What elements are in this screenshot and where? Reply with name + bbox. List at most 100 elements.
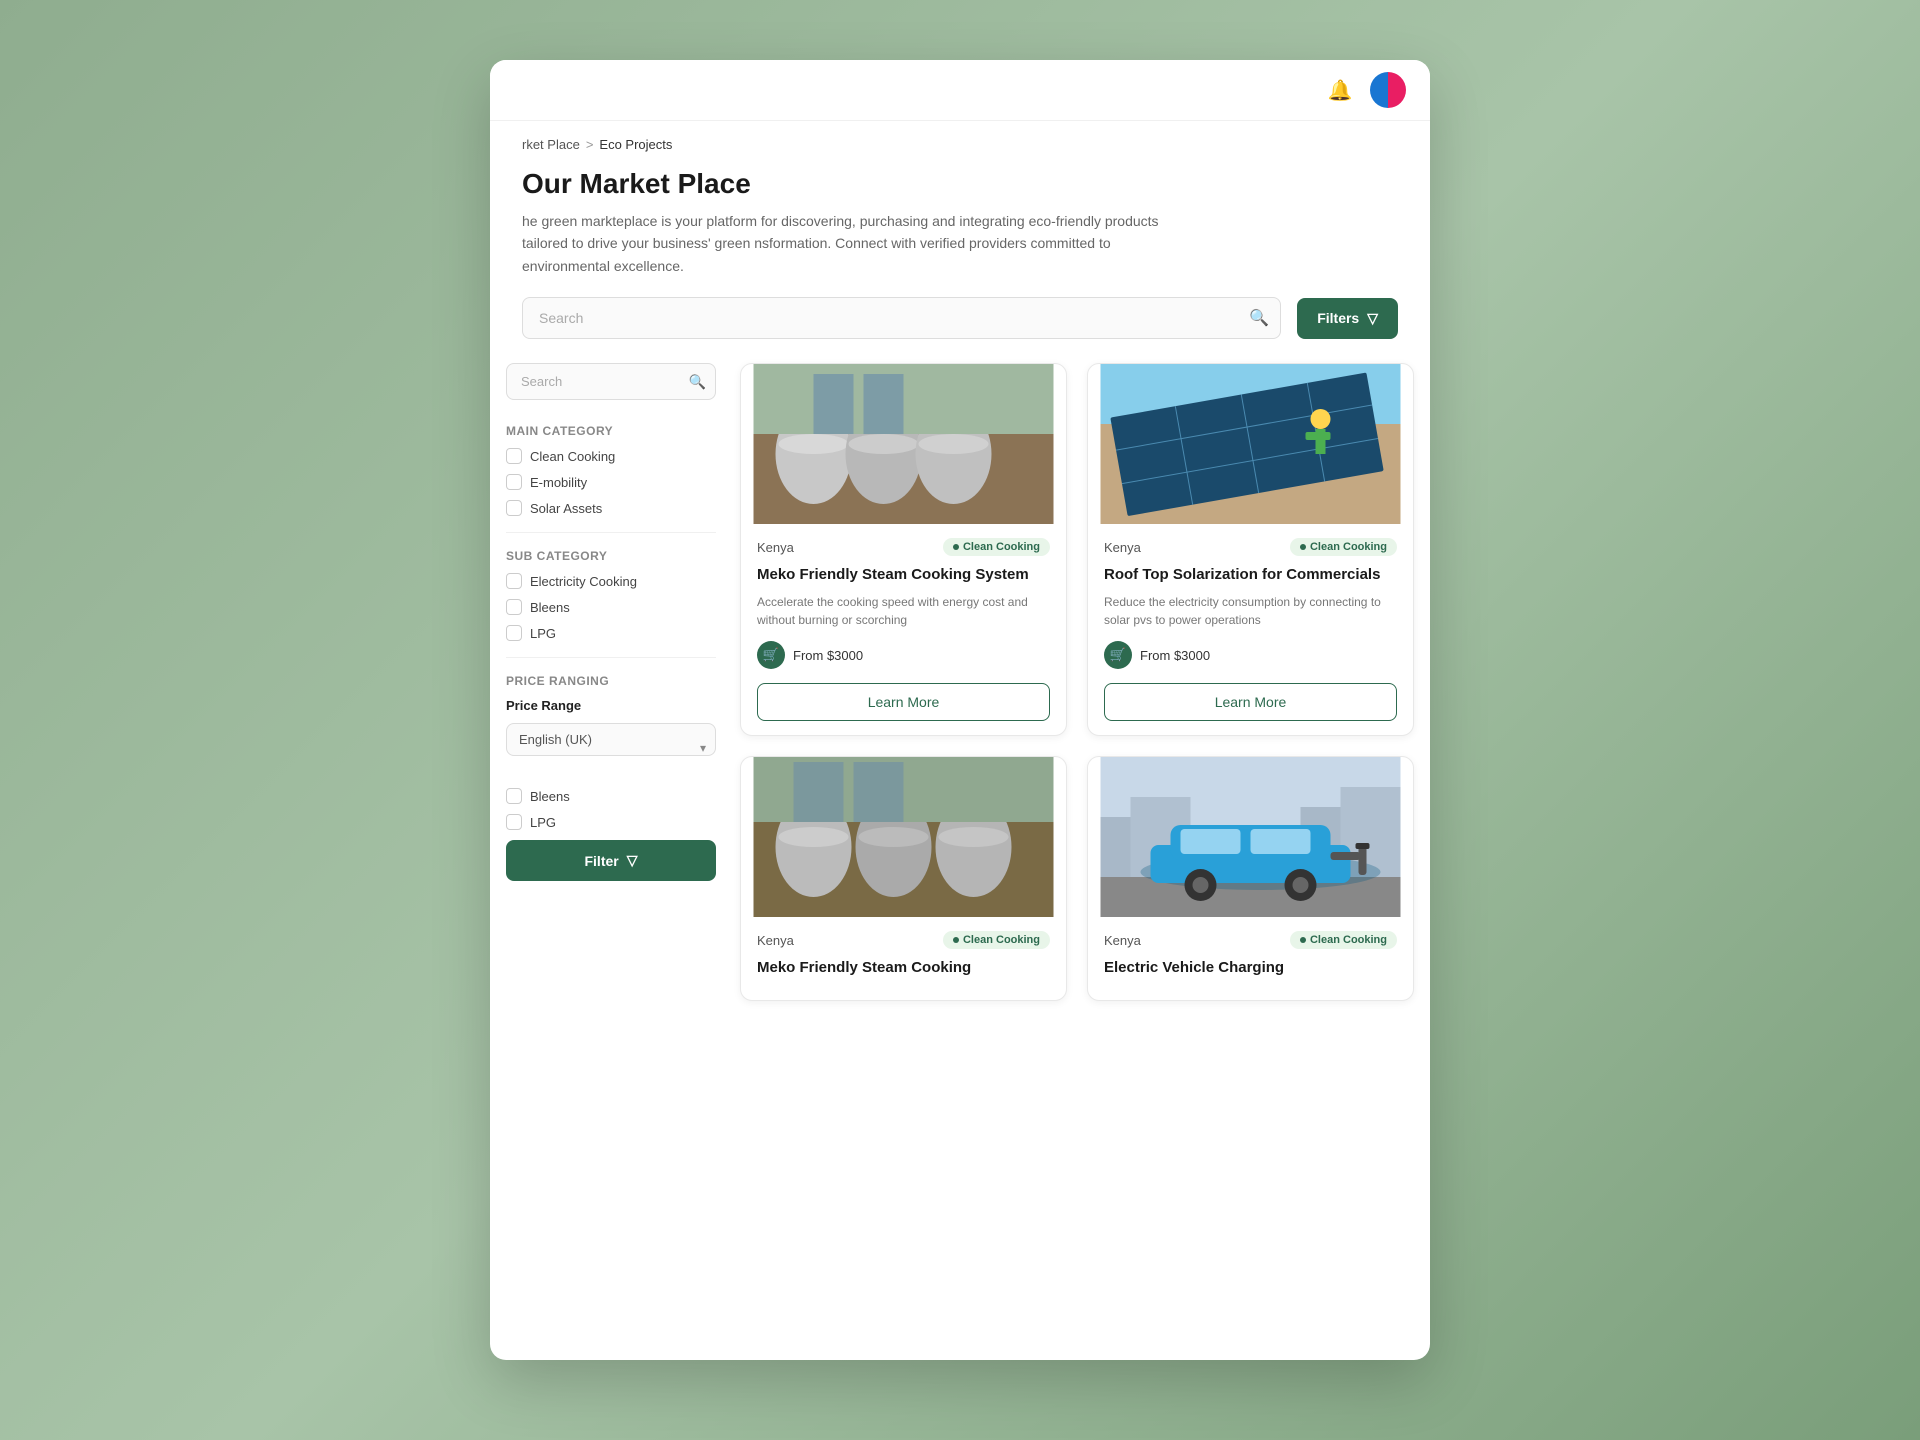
bleens-label: Bleens [530,600,570,615]
product-card-2: Kenya Clean Cooking Roof Top Solarizatio… [1087,363,1414,736]
price-bleens-checkbox[interactable] [506,788,522,804]
product-description-2: Reduce the electricity consumption by co… [1104,593,1397,629]
currency-select-wrapper: English (UK) USD EUR KES ▾ [506,723,716,772]
breadcrumb-separator: > [586,137,594,152]
badge-label-4: Clean Cooking [1310,934,1387,946]
user-avatar[interactable] [1370,72,1406,108]
breadcrumb: rket Place > Eco Projects [490,121,1430,160]
price-icon-1: 🛒 [757,641,785,669]
page-description: he green markteplace is your platform fo… [490,206,1210,297]
product-meta-3: Kenya Clean Cooking [757,931,1050,949]
filters-button[interactable]: Filters ▽ [1297,298,1398,339]
badge-dot-2 [1300,544,1306,550]
badge-label-3: Clean Cooking [963,934,1040,946]
sidebar-item-lpg[interactable]: LPG [506,625,716,641]
search-filter-row: 🔍 Filters ▽ [490,297,1430,363]
sidebar-divider-2 [506,657,716,658]
price-ranging-title: Price Ranging [506,674,716,688]
badge-dot-1 [953,544,959,550]
price-lpg-label: LPG [530,815,556,830]
main-layout: 🔍 Main Category Clean Cooking E-mobility… [490,363,1430,1033]
sidebar-filter-button[interactable]: Filter ▽ [506,840,716,881]
main-search-icon-btn[interactable]: 🔍 [1249,308,1269,328]
price-text-2: From $3000 [1140,648,1210,663]
price-bleens-label: Bleens [530,789,570,804]
sidebar-item-price-lpg[interactable]: LPG [506,814,716,830]
product-image-3 [741,757,1066,917]
product-country-3: Kenya [757,933,794,948]
product-price-row-1: 🛒 From $3000 [757,641,1050,669]
sidebar-divider-1 [506,532,716,533]
lpg-checkbox[interactable] [506,625,522,641]
product-country-2: Kenya [1104,540,1141,555]
price-range-label: Price Range [506,698,716,713]
header: 🔔 [490,60,1430,121]
product-meta-4: Kenya Clean Cooking [1104,931,1397,949]
product-info-4: Kenya Clean Cooking Electric Vehicle Cha… [1088,917,1413,1000]
badge-dot-4 [1300,937,1306,943]
main-search-input[interactable] [522,297,1281,339]
solar-assets-checkbox[interactable] [506,500,522,516]
lpg-label: LPG [530,626,556,641]
product-price-row-2: 🛒 From $3000 [1104,641,1397,669]
sub-category-title: Sub Category [506,549,716,563]
product-title-3: Meko Friendly Steam Cooking [757,957,1050,978]
product-image-1 [741,364,1066,524]
learn-more-btn-2[interactable]: Learn More [1104,683,1397,721]
badge-dot-3 [953,937,959,943]
sidebar-item-emobility[interactable]: E-mobility [506,474,716,490]
main-category-title: Main Category [506,424,716,438]
product-badge-2: Clean Cooking [1290,538,1397,556]
price-lpg-checkbox[interactable] [506,814,522,830]
product-badge-3: Clean Cooking [943,931,1050,949]
currency-select[interactable]: English (UK) USD EUR KES [506,723,716,756]
filter-btn-icon: ▽ [627,852,638,869]
filter-funnel-icon: ▽ [1367,310,1378,327]
sidebar-item-price-bleens[interactable]: Bleens [506,788,716,804]
product-info-1: Kenya Clean Cooking Meko Friendly Steam … [741,524,1066,735]
electricity-cooking-checkbox[interactable] [506,573,522,589]
product-card-1: Kenya Clean Cooking Meko Friendly Steam … [740,363,1067,736]
product-info-3: Kenya Clean Cooking Meko Friendly Steam … [741,917,1066,1000]
emobility-label: E-mobility [530,475,587,490]
main-search-wrapper: 🔍 [522,297,1281,339]
main-window: 🔔 rket Place > Eco Projects Our Market P… [490,60,1430,1360]
breadcrumb-current: Eco Projects [599,137,672,152]
filter-btn-label: Filter [584,853,618,869]
breadcrumb-parent[interactable]: rket Place [522,137,580,152]
product-card-4: Kenya Clean Cooking Electric Vehicle Cha… [1087,756,1414,1001]
product-country-4: Kenya [1104,933,1141,948]
sidebar-item-solar-assets[interactable]: Solar Assets [506,500,716,516]
bleens-checkbox[interactable] [506,599,522,615]
product-title-1: Meko Friendly Steam Cooking System [757,564,1050,585]
product-title-4: Electric Vehicle Charging [1104,957,1397,978]
learn-more-btn-1[interactable]: Learn More [757,683,1050,721]
page-title: Our Market Place [490,160,1430,206]
filters-label: Filters [1317,310,1359,326]
price-text-1: From $3000 [793,648,863,663]
product-meta-2: Kenya Clean Cooking [1104,538,1397,556]
notification-bell-icon[interactable]: 🔔 [1322,72,1358,108]
badge-label-2: Clean Cooking [1310,541,1387,553]
sidebar-item-electricity-cooking[interactable]: Electricity Cooking [506,573,716,589]
product-title-2: Roof Top Solarization for Commercials [1104,564,1397,585]
sidebar-search-input[interactable] [506,363,716,400]
product-badge-1: Clean Cooking [943,538,1050,556]
product-image-2 [1088,364,1413,524]
product-description-1: Accelerate the cooking speed with energy… [757,593,1050,629]
sidebar-item-clean-cooking[interactable]: Clean Cooking [506,448,716,464]
sidebar-item-bleens[interactable]: Bleens [506,599,716,615]
sidebar: 🔍 Main Category Clean Cooking E-mobility… [506,363,716,1001]
emobility-checkbox[interactable] [506,474,522,490]
product-image-4 [1088,757,1413,917]
product-badge-4: Clean Cooking [1290,931,1397,949]
product-card-3: Kenya Clean Cooking Meko Friendly Steam … [740,756,1067,1001]
product-country-1: Kenya [757,540,794,555]
sidebar-search-wrapper: 🔍 [506,363,716,400]
clean-cooking-checkbox[interactable] [506,448,522,464]
clean-cooking-label: Clean Cooking [530,449,615,464]
product-grid: Kenya Clean Cooking Meko Friendly Steam … [740,363,1414,1001]
product-meta-1: Kenya Clean Cooking [757,538,1050,556]
price-icon-2: 🛒 [1104,641,1132,669]
badge-label-1: Clean Cooking [963,541,1040,553]
